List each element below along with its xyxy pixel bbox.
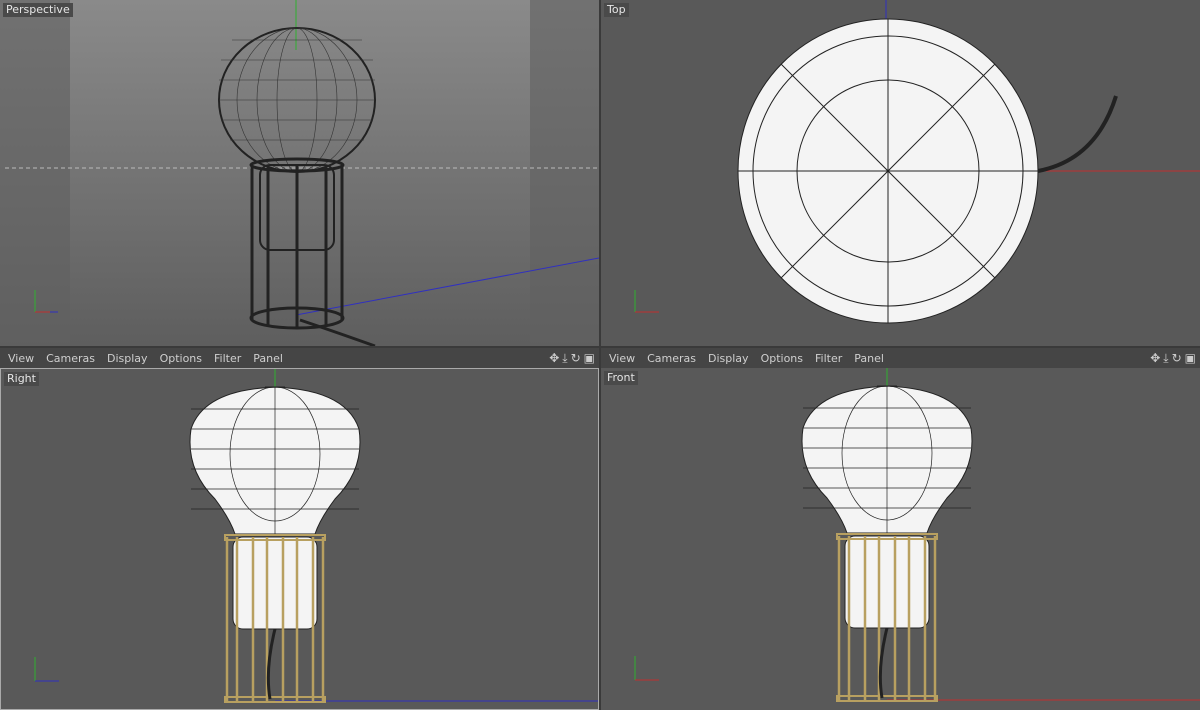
viewport-label: Top	[604, 3, 629, 17]
front-scene	[634, 368, 1200, 702]
viewport-right[interactable]: Right	[0, 368, 599, 710]
menu-filter[interactable]: Filter	[815, 352, 842, 365]
viewport-label: Right	[4, 372, 39, 386]
menu-view[interactable]: View	[609, 352, 635, 365]
menu-display[interactable]: Display	[708, 352, 749, 365]
menu-cameras[interactable]: Cameras	[46, 352, 95, 365]
move-icon[interactable]: ✥	[1150, 351, 1160, 366]
viewport-front[interactable]: Front	[601, 368, 1200, 710]
viewport-label: Perspective	[3, 3, 73, 17]
menu-filter[interactable]: Filter	[214, 352, 241, 365]
rotate-icon[interactable]: ↻	[1172, 351, 1182, 366]
menu-panel[interactable]: Panel	[253, 352, 283, 365]
toggle-layout-icon[interactable]: ▣	[584, 351, 595, 366]
rotate-icon[interactable]: ↻	[571, 351, 581, 366]
zoom-icon[interactable]: ⤓	[1163, 351, 1168, 366]
perspective-scene	[0, 0, 599, 346]
menu-cameras[interactable]: Cameras	[647, 352, 696, 365]
viewport-top[interactable]: Top	[601, 0, 1200, 346]
viewport-menubar-right: View Cameras Display Options Filter Pane…	[0, 348, 599, 368]
menu-display[interactable]: Display	[107, 352, 148, 365]
menu-options[interactable]: Options	[761, 352, 803, 365]
menu-panel[interactable]: Panel	[854, 352, 884, 365]
toggle-layout-icon[interactable]: ▣	[1185, 351, 1196, 366]
menu-options[interactable]: Options	[160, 352, 202, 365]
viewport-perspective[interactable]: Perspective	[0, 0, 599, 346]
move-icon[interactable]: ✥	[549, 351, 559, 366]
viewport-label: Front	[604, 371, 638, 385]
zoom-icon[interactable]: ⤓	[562, 351, 567, 366]
menu-view[interactable]: View	[8, 352, 34, 365]
right-scene	[34, 369, 598, 703]
top-scene	[634, 0, 1200, 324]
viewport-menubar-front: View Cameras Display Options Filter Pane…	[601, 348, 1200, 368]
